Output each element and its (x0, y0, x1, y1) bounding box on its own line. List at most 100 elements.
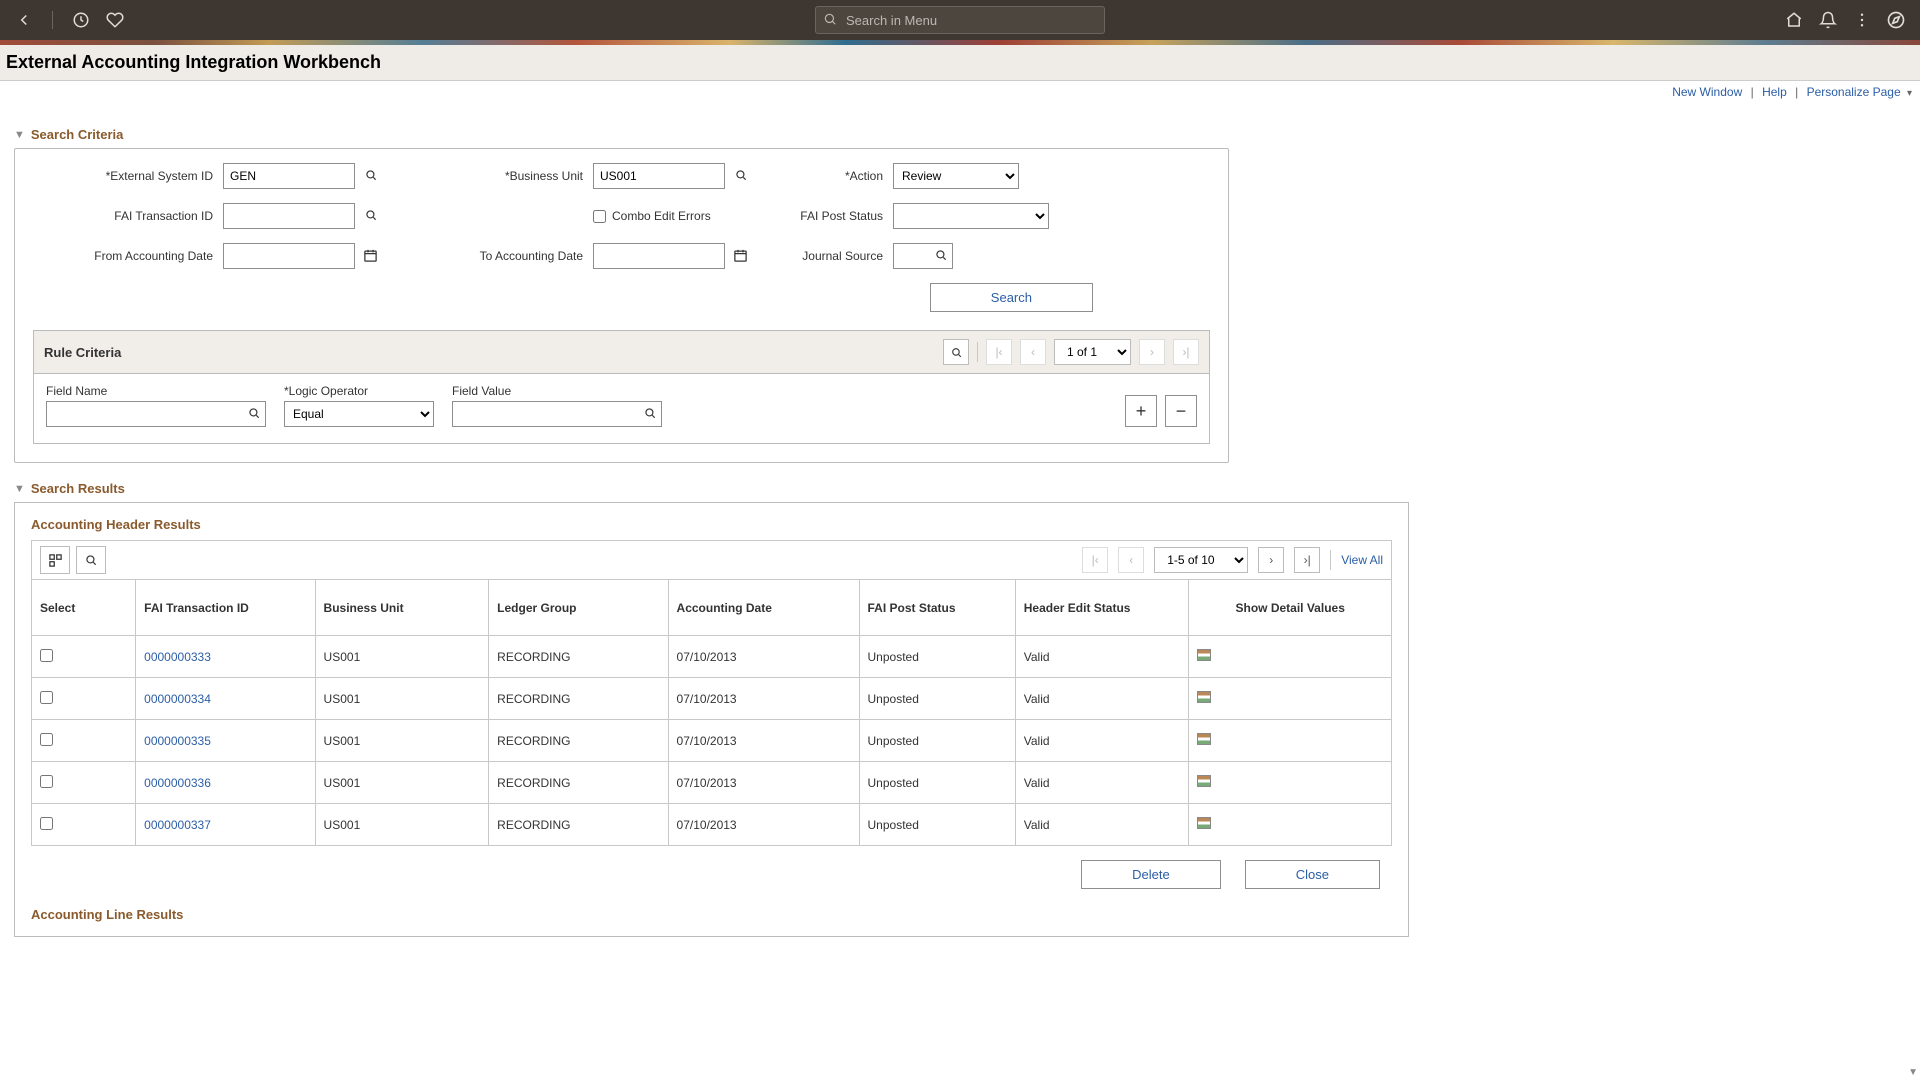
find-in-grid-button[interactable] (76, 546, 106, 574)
action-select[interactable]: Review (893, 163, 1019, 189)
rule-page-select[interactable]: 1 of 1 (1054, 339, 1131, 365)
from-accounting-date-input[interactable] (223, 243, 355, 269)
label-to-accounting-date: To Accounting Date (393, 249, 583, 263)
personalize-grid-button[interactable] (40, 546, 70, 574)
table-row: 0000000334US001RECORDING07/10/2013Unpost… (32, 678, 1392, 720)
show-detail-icon[interactable] (1197, 775, 1211, 787)
row-select-checkbox[interactable] (40, 691, 53, 704)
rule-prev-page-button[interactable]: ‹ (1020, 339, 1046, 365)
rule-first-page-button[interactable]: |‹ (986, 339, 1012, 365)
cell-fai-post-status: Unposted (859, 678, 1015, 720)
cell-ledger-group: RECORDING (489, 762, 668, 804)
back-icon[interactable] (12, 8, 36, 32)
show-detail-icon[interactable] (1197, 817, 1211, 829)
delete-button[interactable]: Delete (1081, 860, 1221, 889)
cell-header-edit-status: Valid (1015, 678, 1189, 720)
grid-page-select[interactable]: 1-5 of 10 (1154, 547, 1248, 573)
col-business-unit: Business Unit (315, 580, 489, 636)
to-accounting-date-input[interactable] (593, 243, 725, 269)
search-criteria-panel: External System ID Business Unit Action … (14, 148, 1229, 463)
journal-source-lookup (893, 243, 953, 269)
combo-edit-errors-checkbox[interactable] (593, 210, 606, 223)
lookup-icon[interactable] (734, 168, 748, 182)
cell-accounting-date: 07/10/2013 (668, 762, 859, 804)
fai-txn-link[interactable]: 0000000334 (144, 692, 211, 706)
fai-txn-link[interactable]: 0000000336 (144, 776, 211, 790)
page-sublinks: New Window | Help | Personalize Page ▾ (0, 81, 1920, 99)
fai-txn-link[interactable]: 0000000335 (144, 734, 211, 748)
cell-fai-post-status: Unposted (859, 804, 1015, 846)
fai-post-status-select[interactable] (893, 203, 1049, 229)
field-name-input[interactable] (46, 401, 266, 427)
grid-prev-page-button[interactable]: ‹ (1118, 547, 1144, 573)
cell-fai-post-status: Unposted (859, 636, 1015, 678)
actions-menu-icon[interactable] (1850, 8, 1874, 32)
rule-find-button[interactable] (943, 339, 969, 365)
external-system-id-lookup (223, 163, 383, 189)
caret-icon: ▾ (1907, 88, 1912, 99)
grid-last-page-button[interactable]: ›| (1294, 547, 1320, 573)
search-results-title: Search Results (31, 481, 125, 496)
calendar-icon[interactable] (363, 248, 378, 263)
show-detail-icon[interactable] (1197, 733, 1211, 745)
lookup-icon[interactable] (364, 168, 378, 182)
to-date-field (593, 243, 753, 269)
col-select: Select (32, 580, 136, 636)
external-system-id-input[interactable] (223, 163, 355, 189)
lookup-icon[interactable] (364, 208, 378, 222)
view-all-link[interactable]: View All (1341, 553, 1383, 567)
fai-txn-link[interactable]: 0000000337 (144, 818, 211, 832)
show-detail-icon[interactable] (1197, 691, 1211, 703)
row-select-checkbox[interactable] (40, 733, 53, 746)
favorite-icon[interactable] (103, 8, 127, 32)
notifications-icon[interactable] (1816, 8, 1840, 32)
fai-txn-link[interactable]: 0000000333 (144, 650, 211, 664)
cell-header-edit-status: Valid (1015, 762, 1189, 804)
cell-business-unit: US001 (315, 804, 489, 846)
link-personalize[interactable]: Personalize Page (1807, 85, 1901, 99)
home-icon[interactable] (1782, 8, 1806, 32)
label-external-system-id: External System ID (33, 169, 213, 183)
search-criteria-toggle[interactable]: ▼ Search Criteria (14, 127, 1906, 142)
link-new-window[interactable]: New Window (1672, 85, 1742, 99)
cell-accounting-date: 07/10/2013 (668, 720, 859, 762)
row-select-checkbox[interactable] (40, 817, 53, 830)
search-button[interactable]: Search (930, 283, 1093, 312)
logic-operator-select[interactable]: Equal (284, 401, 434, 427)
global-search-input[interactable] (815, 6, 1105, 34)
calendar-icon[interactable] (733, 248, 748, 263)
search-results-toggle[interactable]: ▼ Search Results (14, 481, 1906, 496)
label-fai-post-status: FAI Post Status (763, 209, 883, 223)
nav-compass-icon[interactable] (1884, 8, 1908, 32)
rule-next-page-button[interactable]: › (1139, 339, 1165, 365)
page-title: External Accounting Integration Workbenc… (6, 52, 381, 73)
lookup-icon[interactable] (247, 406, 261, 420)
fai-transaction-id-input[interactable] (223, 203, 355, 229)
rule-criteria-title: Rule Criteria (44, 345, 121, 360)
close-button[interactable]: Close (1245, 860, 1380, 889)
scroll-down-icon[interactable]: ▼ (1908, 1067, 1918, 1078)
business-unit-input[interactable] (593, 163, 725, 189)
link-help[interactable]: Help (1762, 85, 1787, 99)
col-fai-post-status: FAI Post Status (859, 580, 1015, 636)
add-row-button[interactable]: + (1125, 395, 1157, 427)
grid-first-page-button[interactable]: |‹ (1082, 547, 1108, 573)
separator (52, 11, 53, 29)
history-icon[interactable] (69, 8, 93, 32)
row-select-checkbox[interactable] (40, 775, 53, 788)
search-icon (823, 12, 837, 26)
label-action: Action (763, 169, 883, 183)
remove-row-button[interactable]: − (1165, 395, 1197, 427)
col-accounting-date: Accounting Date (668, 580, 859, 636)
lookup-icon[interactable] (643, 406, 657, 420)
results-table: Select FAI Transaction ID Business Unit … (31, 579, 1392, 846)
lookup-icon[interactable] (934, 248, 948, 262)
grid-next-page-button[interactable]: › (1258, 547, 1284, 573)
show-detail-icon[interactable] (1197, 649, 1211, 661)
col-ledger-group: Ledger Group (489, 580, 668, 636)
title-bar: External Accounting Integration Workbenc… (0, 45, 1920, 81)
row-select-checkbox[interactable] (40, 649, 53, 662)
label-from-accounting-date: From Accounting Date (33, 249, 213, 263)
field-value-input[interactable] (452, 401, 662, 427)
rule-last-page-button[interactable]: ›| (1173, 339, 1199, 365)
